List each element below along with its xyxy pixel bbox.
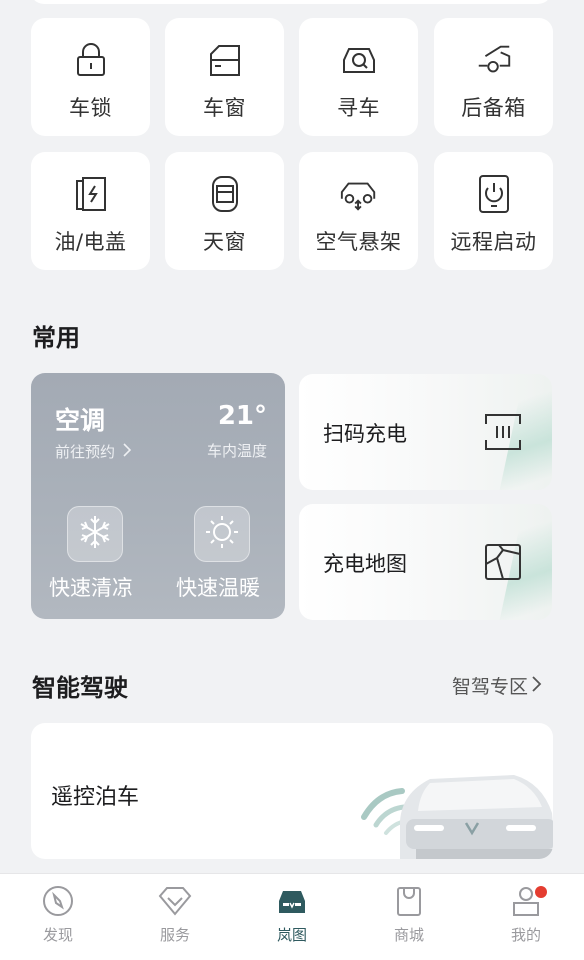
- tile-lock[interactable]: 车锁: [31, 18, 150, 136]
- air-suspension-icon: [339, 174, 379, 214]
- tab-mall[interactable]: 商城: [374, 884, 444, 945]
- chevron-right-icon: [532, 675, 542, 697]
- tab-mall-label: 商城: [393, 926, 424, 944]
- quick-cool-button[interactable]: [67, 506, 123, 562]
- power-icon: [474, 174, 514, 214]
- car-window-icon: [205, 40, 245, 80]
- chevron-right-icon: [123, 443, 132, 461]
- tile-air-suspension[interactable]: 空气悬架: [299, 152, 418, 270]
- find-car-icon: [339, 40, 379, 80]
- tab-mine-label: 我的: [510, 926, 541, 944]
- tile-fuel-cover-label: 油/电盖: [54, 230, 127, 254]
- tab-lantu[interactable]: 岚图: [257, 884, 327, 945]
- shopping-bag-icon: [392, 884, 426, 918]
- tile-find-car[interactable]: 寻车: [299, 18, 418, 136]
- section-title-smart-drive: 智能驾驶: [32, 674, 128, 702]
- tile-window[interactable]: 车窗: [165, 18, 284, 136]
- snowflake-icon: [77, 514, 113, 554]
- scan-charge-label: 扫码充电: [323, 422, 407, 446]
- ac-reserve-link[interactable]: 前往预约: [55, 441, 132, 462]
- scan-qr-icon: [483, 412, 523, 456]
- bottom-tab-bar: 发现 服务 岚图 商城 我的: [0, 873, 584, 960]
- fuel-cover-icon: [71, 174, 111, 214]
- quick-cool-label: 快速清凉: [49, 576, 133, 600]
- tile-lock-label: 车锁: [69, 96, 112, 120]
- top-card-edge: [30, 0, 552, 4]
- tile-window-label: 车窗: [203, 96, 246, 120]
- tile-find-car-label: 寻车: [337, 96, 380, 120]
- map-icon: [483, 542, 523, 586]
- ac-temperature-label: 车内温度: [206, 442, 267, 460]
- notification-badge: [535, 886, 547, 898]
- tab-discover[interactable]: 发现: [23, 884, 93, 945]
- remote-parking-card[interactable]: 遥控泊车: [31, 723, 553, 859]
- charge-map-card[interactable]: 充电地图: [299, 504, 552, 620]
- tile-remote-start-label: 远程启动: [450, 230, 537, 254]
- scan-charge-card[interactable]: 扫码充电: [299, 374, 552, 490]
- smart-drive-zone-link[interactable]: 智驾专区: [452, 672, 542, 699]
- smart-drive-zone-label: 智驾专区: [452, 676, 529, 698]
- tile-trunk[interactable]: 后备箱: [434, 18, 553, 136]
- tab-lantu-label: 岚图: [276, 926, 307, 944]
- charge-map-label: 充电地图: [323, 552, 407, 576]
- remote-parking-label: 遥控泊车: [51, 785, 140, 810]
- car-illustration: [356, 753, 553, 859]
- tile-fuel-cover[interactable]: 油/电盖: [31, 152, 150, 270]
- quick-warm-button[interactable]: [194, 506, 250, 562]
- ac-reserve-label: 前往预约: [55, 443, 116, 461]
- tab-discover-label: 发现: [42, 926, 73, 944]
- tile-air-suspension-label: 空气悬架: [315, 230, 402, 254]
- car-front-icon: [275, 884, 309, 918]
- tab-service[interactable]: 服务: [140, 884, 210, 945]
- sun-icon: [204, 514, 240, 554]
- section-title-common: 常用: [32, 324, 80, 352]
- tab-mine[interactable]: 我的: [491, 884, 561, 945]
- tile-sunroof[interactable]: 天窗: [165, 152, 284, 270]
- ac-card[interactable]: 空调 前往预约 21° 车内温度 快速清凉 快速温暖: [31, 373, 285, 619]
- compass-icon: [41, 884, 75, 918]
- sunroof-icon: [205, 174, 245, 214]
- lock-icon: [71, 40, 111, 80]
- ac-temperature: 21°: [217, 401, 267, 431]
- tile-sunroof-label: 天窗: [203, 230, 246, 254]
- tile-trunk-label: 后备箱: [461, 96, 526, 120]
- quick-warm-label: 快速温暖: [176, 576, 260, 600]
- ac-title: 空调: [55, 406, 106, 435]
- trunk-icon: [474, 40, 514, 80]
- tab-service-label: 服务: [159, 926, 190, 944]
- diamond-icon: [158, 884, 192, 918]
- tile-remote-start[interactable]: 远程启动: [434, 152, 553, 270]
